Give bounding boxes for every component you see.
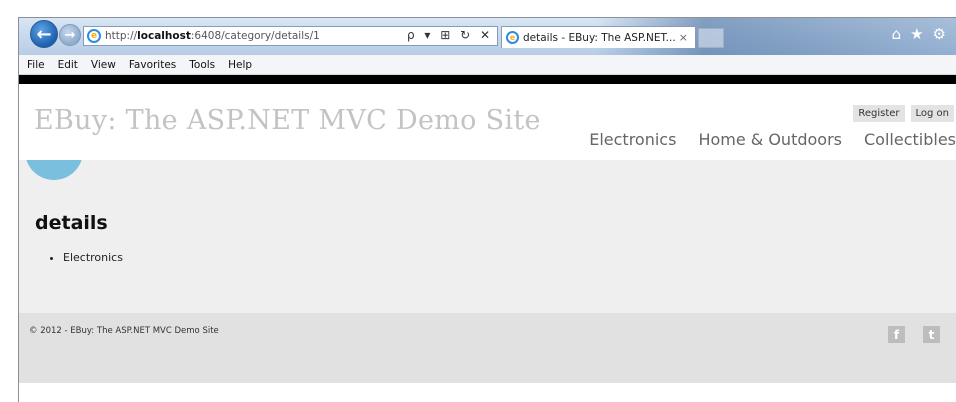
- browser-window: ← → e http://localhost:6408/category/det…: [18, 17, 956, 402]
- tab-title: details - EBuy: The ASP.NET...: [523, 31, 676, 44]
- menu-help[interactable]: Help: [228, 59, 252, 71]
- top-bar: [19, 75, 956, 84]
- back-button[interactable]: ←: [30, 20, 58, 48]
- new-tab-button[interactable]: [698, 28, 724, 48]
- close-icon[interactable]: ×: [679, 31, 688, 44]
- nav-collectibles[interactable]: Collectibles: [864, 130, 956, 149]
- home-icon[interactable]: ⌂: [892, 25, 902, 43]
- gear-icon[interactable]: ⚙: [933, 25, 946, 43]
- menu-edit[interactable]: Edit: [58, 59, 78, 71]
- menu-favorites[interactable]: Favorites: [129, 59, 176, 71]
- browser-icons: ⌂ ★ ⚙: [892, 25, 946, 43]
- twitter-icon[interactable]: t: [923, 326, 940, 343]
- footer: © 2012 - EBuy: The ASP.NET MVC Demo Site…: [19, 313, 956, 383]
- copyright-text: © 2012 - EBuy: The ASP.NET MVC Demo Site: [29, 326, 219, 336]
- menu-view[interactable]: View: [91, 59, 116, 71]
- register-link[interactable]: Register: [853, 105, 905, 122]
- list-item[interactable]: Electronics: [63, 251, 123, 264]
- nav-electronics[interactable]: Electronics: [589, 130, 676, 149]
- site-title[interactable]: EBuy: The ASP.NET MVC Demo Site: [34, 105, 541, 136]
- logon-link[interactable]: Log on: [910, 105, 954, 122]
- decorative-circle: [25, 160, 83, 180]
- menu-tools[interactable]: Tools: [189, 59, 215, 71]
- page-title: details: [35, 212, 108, 234]
- forward-button[interactable]: →: [59, 24, 81, 46]
- ie-icon: e: [87, 29, 101, 43]
- address-tools[interactable]: ρ ▾ ⊞ ↻ ✕: [407, 28, 493, 42]
- address-url[interactable]: http://localhost:6408/category/details/1: [105, 30, 320, 42]
- star-icon[interactable]: ★: [910, 25, 923, 43]
- address-bar[interactable]: e http://localhost:6408/category/details…: [83, 26, 498, 46]
- category-list: Electronics: [63, 251, 123, 264]
- arrow-left-icon: ←: [36, 23, 52, 45]
- menu-bar: File Edit View Favorites Tools Help: [19, 55, 956, 75]
- main-content: details Electronics: [19, 160, 956, 313]
- ie-icon: e: [506, 31, 519, 44]
- nav-home-outdoors[interactable]: Home & Outdoors: [698, 130, 842, 149]
- menu-file[interactable]: File: [27, 59, 45, 71]
- social-links: f t: [888, 326, 940, 343]
- arrow-right-icon: →: [64, 27, 76, 43]
- auth-links: Register Log on: [853, 105, 954, 122]
- main-nav: Electronics Home & Outdoors Collectibles: [589, 130, 956, 149]
- browser-tab[interactable]: e details - EBuy: The ASP.NET... ×: [501, 26, 696, 48]
- site-header: EBuy: The ASP.NET MVC Demo Site Register…: [19, 84, 956, 160]
- facebook-icon[interactable]: f: [888, 326, 905, 343]
